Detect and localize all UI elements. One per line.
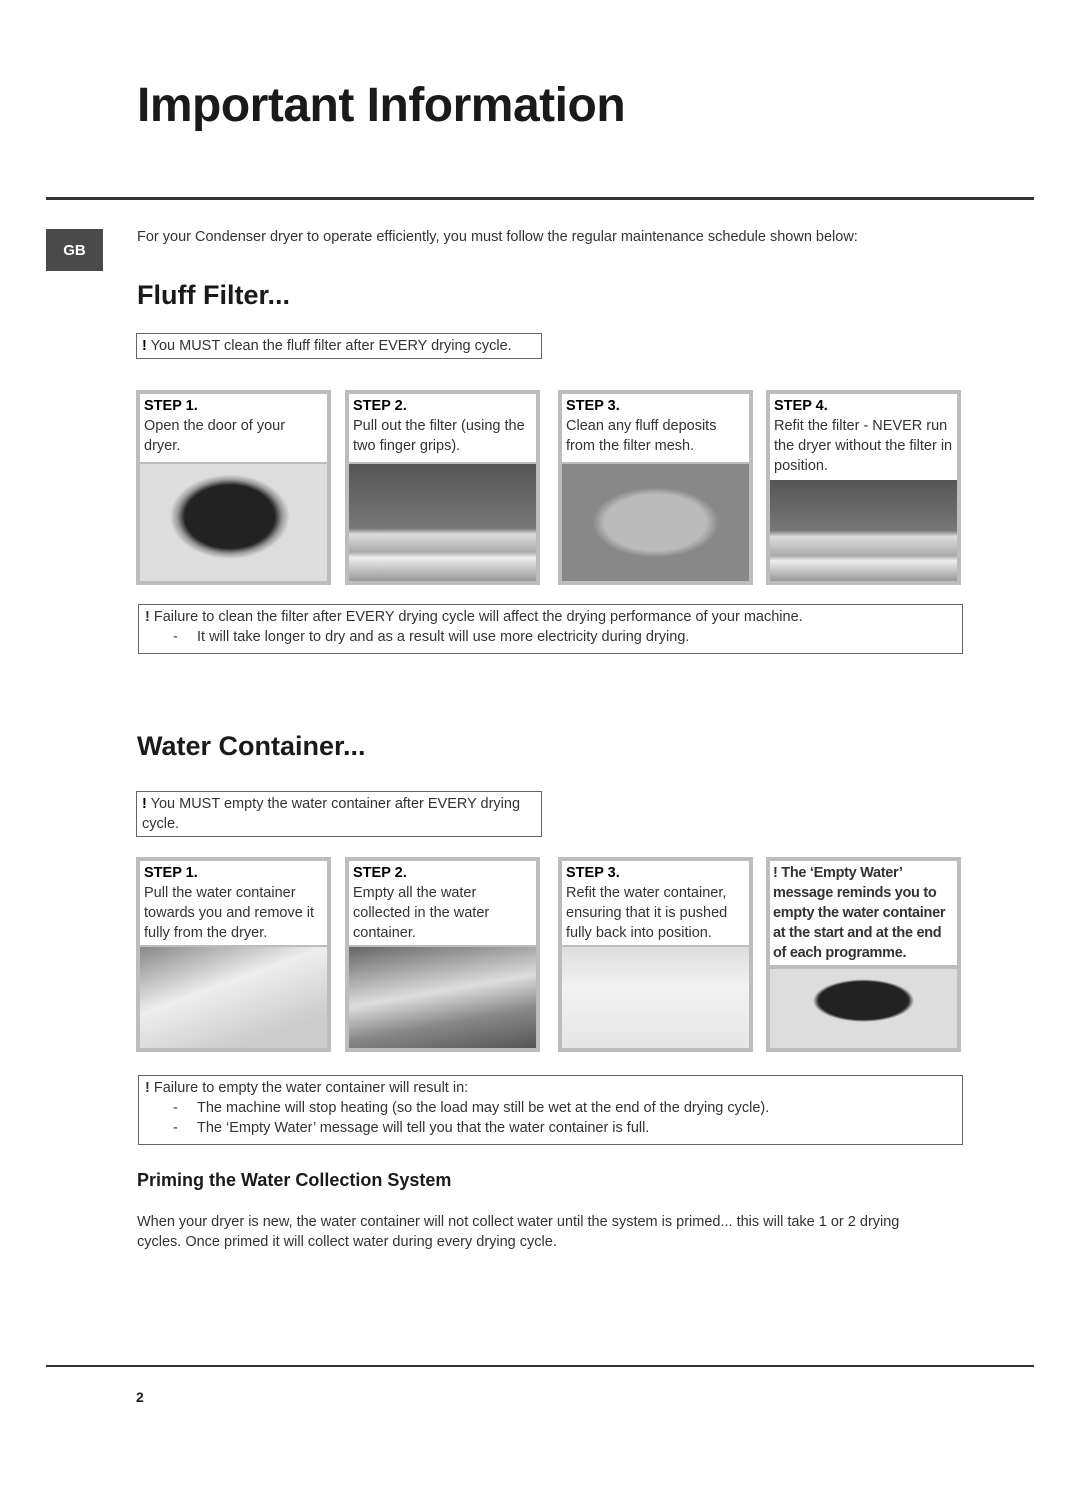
water-note: ! You MUST empty the water container aft…	[136, 791, 542, 837]
language-badge: GB	[46, 229, 103, 271]
filter-refit-photo	[770, 480, 957, 581]
warning-icon: !	[145, 1080, 150, 1096]
fluff-filter-heading: Fluff Filter...	[137, 280, 290, 310]
warning-icon: !	[142, 796, 147, 812]
fluff-note: ! You MUST clean the fluff filter after …	[136, 333, 542, 359]
priming-heading: Priming the Water Collection System	[137, 1170, 452, 1190]
step-text: Open the door of your dryer.	[144, 418, 286, 454]
emptying-photo	[349, 947, 536, 1048]
water-step-2: STEP 2. Empty all the water collected in …	[345, 857, 540, 1052]
display-panel-photo	[770, 969, 957, 1048]
step-text: Pull the water container towards you and…	[144, 885, 315, 941]
warning-item: The ‘Empty Water’ message will tell you …	[145, 1118, 956, 1138]
step-label: STEP 1.	[144, 398, 198, 414]
step-label: STEP 3.	[566, 398, 620, 414]
fluff-step-2: STEP 2. Pull out the filter (using the tw…	[345, 390, 540, 585]
warning-icon: !	[773, 865, 778, 881]
water-warning: ! Failure to empty the water container w…	[138, 1075, 963, 1145]
reminder-text: The ‘Empty Water’ message reminds you to…	[773, 865, 946, 961]
step-label: STEP 1.	[144, 865, 198, 881]
warning-item-text: The machine will stop heating (so the lo…	[197, 1100, 770, 1116]
page-title: Important Information	[137, 79, 626, 132]
step-label: STEP 2.	[353, 398, 407, 414]
warning-item-text: The ‘Empty Water’ message will tell you …	[197, 1120, 650, 1136]
page: Important Information GB For your Conden…	[0, 0, 1080, 1489]
step-label: STEP 4.	[774, 398, 828, 414]
water-container-heading: Water Container...	[137, 731, 366, 761]
top-divider	[46, 197, 1034, 200]
dryer-door-photo	[140, 464, 327, 581]
bottom-divider	[46, 1365, 1034, 1367]
fluff-note-text: You MUST clean the fluff filter after EV…	[150, 338, 512, 354]
warning-icon: !	[142, 338, 147, 354]
warning-item-text: It will take longer to dry and as a resu…	[197, 629, 690, 645]
warning-text: Failure to clean the filter after EVERY …	[153, 609, 803, 625]
warning-item: It will take longer to dry and as a resu…	[145, 627, 956, 647]
priming-text: When your dryer is new, the water contai…	[137, 1214, 900, 1250]
warning-text: Failure to empty the water container wil…	[153, 1080, 469, 1096]
water-note-text: You MUST empty the water container after…	[142, 796, 521, 832]
fluff-warning: ! Failure to clean the filter after EVER…	[138, 604, 963, 654]
step-text: Refit the filter - NEVER run the dryer w…	[774, 418, 953, 474]
step-label: STEP 2.	[353, 865, 407, 881]
dryer-front-photo	[562, 947, 749, 1048]
warning-item: The machine will stop heating (so the lo…	[145, 1098, 956, 1118]
step-text: Pull out the filter (using the two finge…	[353, 418, 525, 454]
step-text: Refit the water container, ensuring that…	[566, 885, 728, 941]
intro-text: For your Condenser dryer to operate effi…	[137, 229, 858, 245]
water-step-1: STEP 1. Pull the water container towards …	[136, 857, 331, 1052]
step-text: Empty all the water collected in the wat…	[353, 885, 490, 941]
page-number: 2	[136, 1389, 144, 1405]
filter-mesh-photo	[562, 464, 749, 581]
filter-photo	[349, 464, 536, 581]
fluff-step-4: STEP 4. Refit the filter - NEVER run the …	[766, 390, 961, 585]
step-label: STEP 3.	[566, 865, 620, 881]
fluff-step-1: STEP 1. Open the door of your dryer.	[136, 390, 331, 585]
water-reminder: ! The ‘Empty Water’ message reminds you …	[766, 857, 961, 1052]
water-container-photo	[140, 947, 327, 1048]
warning-icon: !	[145, 609, 150, 625]
water-step-3: STEP 3. Refit the water container, ensuri…	[558, 857, 753, 1052]
fluff-step-3: STEP 3. Clean any fluff deposits from the…	[558, 390, 753, 585]
step-text: Clean any fluff deposits from the filter…	[566, 418, 717, 454]
